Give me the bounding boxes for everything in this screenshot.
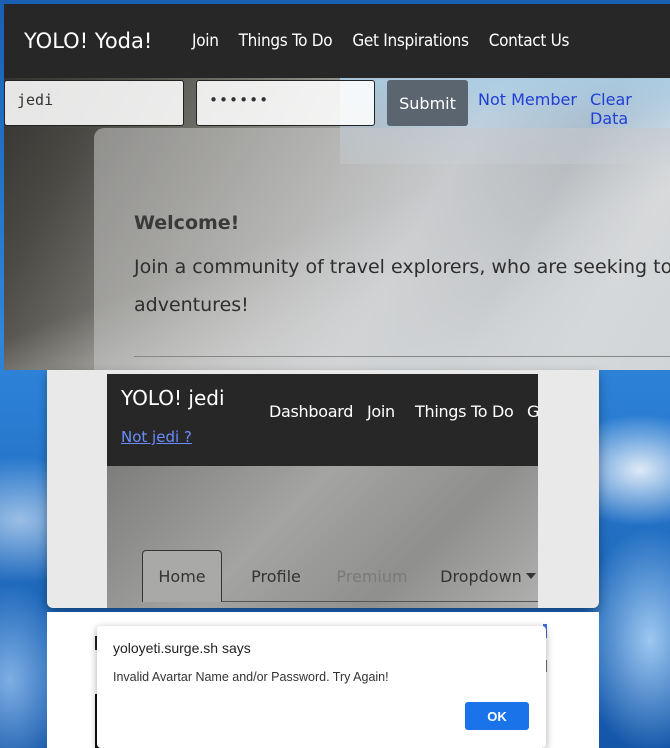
password-input[interactable]: ••••••: [196, 80, 375, 126]
alert-message: Invalid Avartar Name and/or Password. Tr…: [113, 670, 389, 684]
middle-brand-logo[interactable]: YOLO! jedi: [121, 386, 225, 410]
tab-home[interactable]: Home: [142, 550, 222, 602]
tab-profile-label: Profile: [251, 566, 301, 586]
nav-link-truncated[interactable]: G: [527, 402, 538, 421]
submit-button[interactable]: Submit: [387, 80, 468, 126]
tab-profile[interactable]: Profile: [242, 550, 310, 602]
alert-dialog: yoloyeti.surge.sh says Invalid Avartar N…: [97, 626, 546, 748]
nav-link-contact-us[interactable]: Contact Us: [489, 31, 570, 51]
nav-link-join[interactable]: Join: [192, 31, 219, 51]
username-input[interactable]: jedi: [4, 80, 184, 126]
login-bar: jedi •••••• Submit Not Member Clear Data: [4, 78, 670, 130]
nav-link-things-to-do[interactable]: Things To Do: [239, 31, 333, 51]
clear-data-link[interactable]: Clear Data: [590, 90, 670, 128]
welcome-title: Welcome!: [134, 212, 240, 234]
ok-button[interactable]: OK: [465, 702, 529, 730]
welcome-text: Join a community of travel explorers, wh…: [134, 248, 670, 324]
nav-link-things-to-do[interactable]: Things To Do: [415, 402, 514, 421]
tab-premium-label: Premium: [336, 566, 408, 586]
top-browser-window: YOLO! Yoda! Join Things To Do Get Inspir…: [4, 4, 670, 370]
welcome-text-line-1: Join a community of travel explorers, wh…: [134, 256, 670, 278]
caret-down-icon: [525, 573, 536, 579]
alert-title: yoloyeti.surge.sh says: [113, 640, 251, 656]
profile-tabs: Home Profile Premium Dropdown: [142, 550, 538, 602]
tab-home-label: Home: [158, 567, 206, 586]
nav-link-get-inspirations[interactable]: Get Inspirations: [352, 31, 469, 51]
not-member-link[interactable]: Not Member: [478, 90, 577, 109]
tab-dropdown-label: Dropdown: [440, 566, 522, 586]
welcome-text-line-2: adventures!: [134, 294, 249, 316]
nav-link-join[interactable]: Join: [367, 402, 395, 421]
not-user-link[interactable]: Not jedi ?: [121, 428, 192, 446]
welcome-card: Welcome! Join a community of travel expl…: [94, 128, 670, 370]
tab-premium[interactable]: Premium: [330, 550, 414, 602]
middle-navbar: YOLO! jedi Dashboard Join Things To Do G…: [107, 374, 538, 466]
middle-browser-window: YOLO! jedi Dashboard Join Things To Do G…: [47, 370, 599, 608]
brand-logo[interactable]: YOLO! Yoda!: [24, 29, 192, 53]
nav-link-dashboard[interactable]: Dashboard: [269, 402, 353, 421]
welcome-divider: [134, 356, 670, 357]
tab-dropdown[interactable]: Dropdown: [438, 550, 538, 602]
middle-page-viewport: YOLO! jedi Dashboard Join Things To Do G…: [107, 374, 538, 608]
top-navbar: YOLO! Yoda! Join Things To Do Get Inspir…: [4, 4, 670, 78]
